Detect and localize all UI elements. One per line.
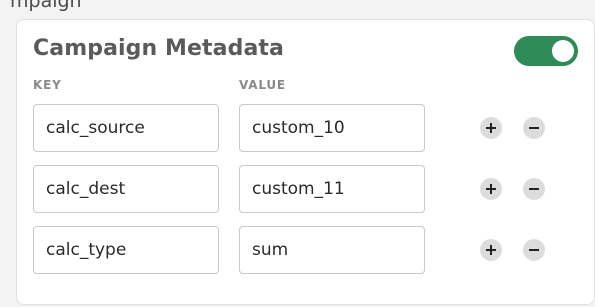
add-row-button[interactable] xyxy=(480,239,502,261)
add-row-button[interactable] xyxy=(480,178,502,200)
remove-row-button[interactable] xyxy=(523,178,545,200)
toggle-knob xyxy=(552,40,574,62)
key-column-header: KEY xyxy=(33,78,62,92)
add-row-button[interactable] xyxy=(480,117,502,139)
metadata-toggle[interactable] xyxy=(514,36,578,66)
remove-row-button[interactable] xyxy=(523,239,545,261)
card-title: Campaign Metadata xyxy=(33,36,284,61)
value-input[interactable] xyxy=(239,226,425,274)
partial-header-text: mpaign xyxy=(10,0,82,12)
minus-icon xyxy=(529,188,539,190)
metadata-row xyxy=(17,165,594,213)
value-input[interactable] xyxy=(239,165,425,213)
value-column-header: VALUE xyxy=(239,78,286,92)
metadata-row xyxy=(17,226,594,274)
value-input[interactable] xyxy=(239,104,425,152)
key-input[interactable] xyxy=(33,104,219,152)
key-input[interactable] xyxy=(33,165,219,213)
plus-icon xyxy=(486,123,496,133)
campaign-metadata-card: Campaign Metadata KEY VALUE xyxy=(16,19,595,305)
key-input[interactable] xyxy=(33,226,219,274)
minus-icon xyxy=(529,127,539,129)
minus-icon xyxy=(529,249,539,251)
plus-icon xyxy=(486,184,496,194)
metadata-row xyxy=(17,104,594,152)
plus-icon xyxy=(486,245,496,255)
remove-row-button[interactable] xyxy=(523,117,545,139)
